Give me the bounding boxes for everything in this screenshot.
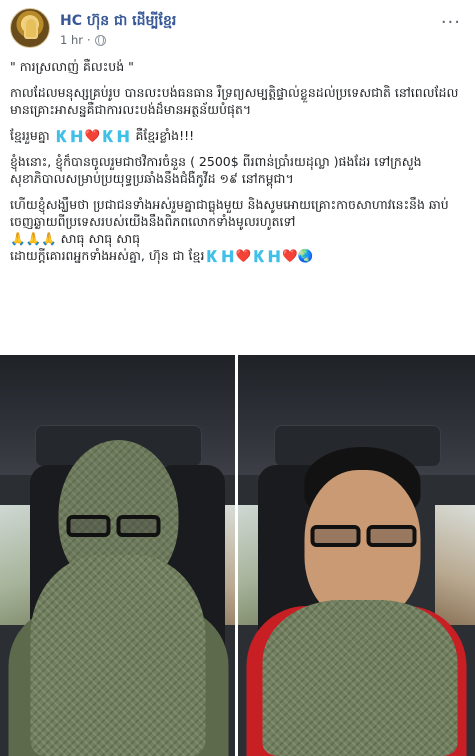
post-blessing-line: 🙏🙏🙏 សាធុ សាធុ សាធុ <box>10 231 141 246</box>
post-text: " ការស្រលាញ់ គឺលះបង់ " កាលដែលមនុស្សគ្រប់… <box>10 58 462 264</box>
meta-separator: · <box>87 33 91 47</box>
post-title-line: " ការស្រលាញ់ គឺលះបង់ " <box>10 59 134 74</box>
photo-grid <box>0 355 475 756</box>
author-name[interactable]: HC ហ៊ុន ជា ដើម្បីខ្មែរ <box>60 11 176 32</box>
photo-right[interactable] <box>238 355 475 756</box>
glasses <box>116 515 160 537</box>
post-header: HC ហ៊ុន ជា ដើម្បីខ្មែរ 1 hr · ··· <box>10 8 465 52</box>
person-portrait <box>238 355 475 756</box>
scarf <box>30 555 205 756</box>
post-timestamp[interactable]: 1 hr <box>60 33 83 47</box>
post-paragraph: កាលដែលមនុស្សគ្រប់រូប បានលះបង់ធនធាន រឺទ្រ… <box>10 85 459 117</box>
post-options-icon[interactable]: ··· <box>441 12 461 33</box>
glasses <box>66 515 110 537</box>
globe-icon[interactable] <box>94 34 106 46</box>
photo-left[interactable] <box>0 355 235 756</box>
post-paragraph: ហើយខ្ញុំសង្ឃឹមថា ប្រជាជនទាំងអស់រួមគ្នាជា… <box>10 197 449 229</box>
post-paragraph: ខ្មែររួមគ្នា 🇰🇭❤️🇰🇭 គឺខ្មែរខ្លាំង!!! <box>10 128 195 143</box>
glasses <box>366 525 416 547</box>
person-covered <box>0 355 235 756</box>
post-meta: 1 hr · <box>60 33 106 47</box>
post-paragraph: ខ្ញុំងនោះ, ខ្ញុំក៏បានចូលរួមជាថវិការចំនួន… <box>10 154 422 186</box>
profile-avatar[interactable] <box>10 8 50 48</box>
post-signature-line: ដោយក្តីគោរពអ្នកទាំងអស់គ្នា, ហ៊ុន ជា ខ្មែ… <box>10 248 314 263</box>
glasses <box>310 525 360 547</box>
scarf <box>262 600 457 756</box>
